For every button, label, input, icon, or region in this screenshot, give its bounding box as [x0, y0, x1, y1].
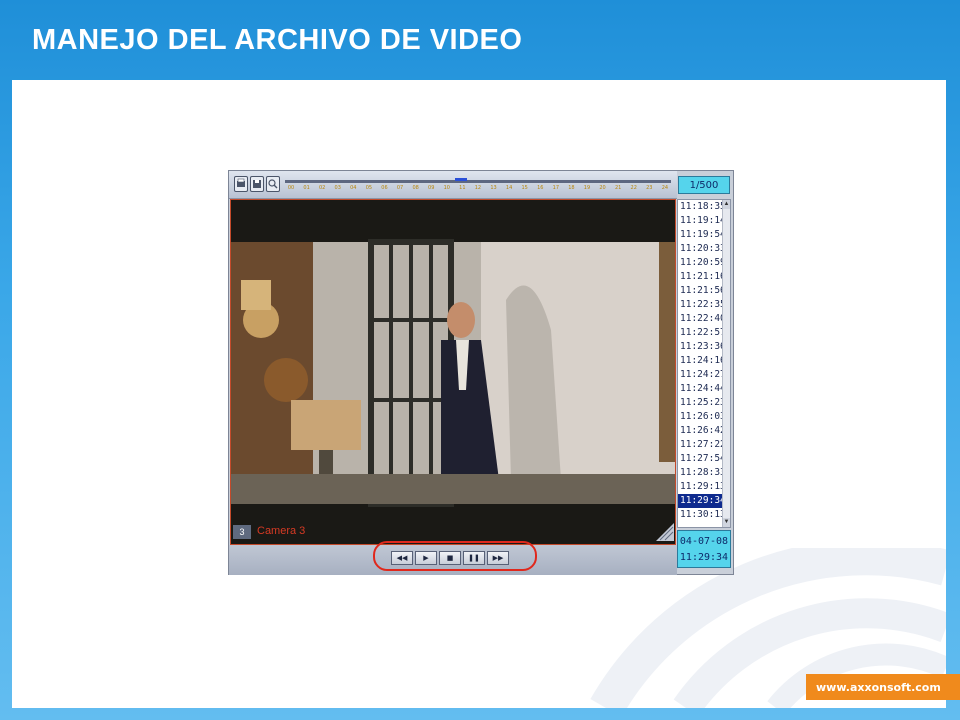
fast-forward-button[interactable]: ▶▶ [487, 551, 509, 565]
save-icon[interactable] [250, 176, 264, 192]
timeline-hour-label: 08 [412, 185, 419, 191]
slide-title: MANEJO DEL ARCHIVO DE VIDEO [32, 24, 523, 56]
recording-time-list[interactable]: 11:18:35 11:19:14 11:19:54 11:20:33 11:20:59… [677, 199, 731, 528]
playback-control-bar: ◀◀ ▶ ■ ❚❚ ▶▶ [229, 541, 677, 575]
timeline-hour-label: 01 [303, 185, 310, 191]
scroll-up-icon[interactable]: ▲ [723, 200, 730, 209]
timeline-hour-label: 23 [646, 185, 653, 191]
current-datetime-display: 04-07-08 11:29:34 [677, 530, 731, 568]
timeline-hour-label: 21 [614, 185, 622, 191]
timeline-hour-label: 06 [381, 185, 388, 191]
timeline-hour-label: 24 [661, 185, 669, 191]
print-icon[interactable] [234, 176, 248, 192]
video-frame [230, 199, 676, 545]
pause-button[interactable]: ❚❚ [463, 551, 485, 565]
timeline-hour-label: 04 [350, 185, 357, 191]
brand-badge: www.axxonsoft.com [806, 674, 960, 700]
timeline-track[interactable] [285, 180, 671, 183]
camera-name-label: Camera 3 [257, 525, 306, 537]
timeline-hour-label: 13 [490, 185, 497, 191]
timeline-hour-label: 03 [334, 185, 341, 191]
timeline-hour-label: 10 [443, 185, 450, 191]
video-player-window: 00 01 02 03 04 05 06 07 08 09 10 11 12 13 14 15 16 17 18 19… [228, 170, 734, 575]
scroll-down-icon[interactable]: ▼ [723, 518, 730, 527]
timeline-hour-label: 12 [474, 185, 482, 191]
timeline-hour-label: 07 [396, 185, 404, 191]
current-time: 11:29:34 [679, 552, 729, 563]
camera-number-badge: 3 [233, 525, 251, 539]
timeline-slider[interactable]: 00 01 02 03 04 05 06 07 08 09 10 11 12 13 14 15 16 17 18 19… [285, 177, 671, 195]
zoom-icon[interactable] [266, 176, 280, 192]
timeline-hour-label: 17 [552, 185, 560, 191]
timeline-hour-label: 14 [505, 185, 513, 191]
video-frame-image [231, 200, 675, 544]
playback-controls-highlight: ◀◀ ▶ ■ ❚❚ ▶▶ [373, 541, 537, 571]
timeline-hour-label: 16 [537, 185, 544, 191]
timeline-hour-label: 00 [287, 185, 295, 191]
play-button[interactable]: ▶ [415, 551, 437, 565]
resize-grip-icon[interactable] [654, 521, 674, 541]
timeline-hour-label: 15 [521, 185, 528, 191]
timeline-hour-label: 11 [459, 185, 466, 191]
current-date: 04-07-08 [679, 536, 729, 547]
stop-button[interactable]: ■ [439, 551, 461, 565]
timeline-hour-label: 19 [583, 185, 591, 191]
timeline-position-marker[interactable] [455, 178, 467, 181]
timeline-hour-labels: 00 01 02 03 04 05 06 07 08 09 10 11 12 13 14 15 16 17 18 19… [285, 185, 671, 195]
rewind-button[interactable]: ◀◀ [391, 551, 413, 565]
timeline-hour-label: 18 [568, 185, 575, 191]
time-list-scrollbar[interactable]: ▲ ▼ [722, 200, 730, 527]
timeline-hour-label: 20 [599, 185, 606, 191]
timeline-hour-label: 22 [630, 185, 637, 191]
timeline-hour-label: 09 [428, 185, 435, 191]
frame-counter: 1/500 [678, 176, 730, 194]
timeline-hour-label: 05 [365, 185, 373, 191]
timeline-hour-label: 02 [318, 185, 326, 191]
player-toolbar: 00 01 02 03 04 05 06 07 08 09 10 11 12 13 14 15 16 17 18 19… [229, 171, 677, 199]
